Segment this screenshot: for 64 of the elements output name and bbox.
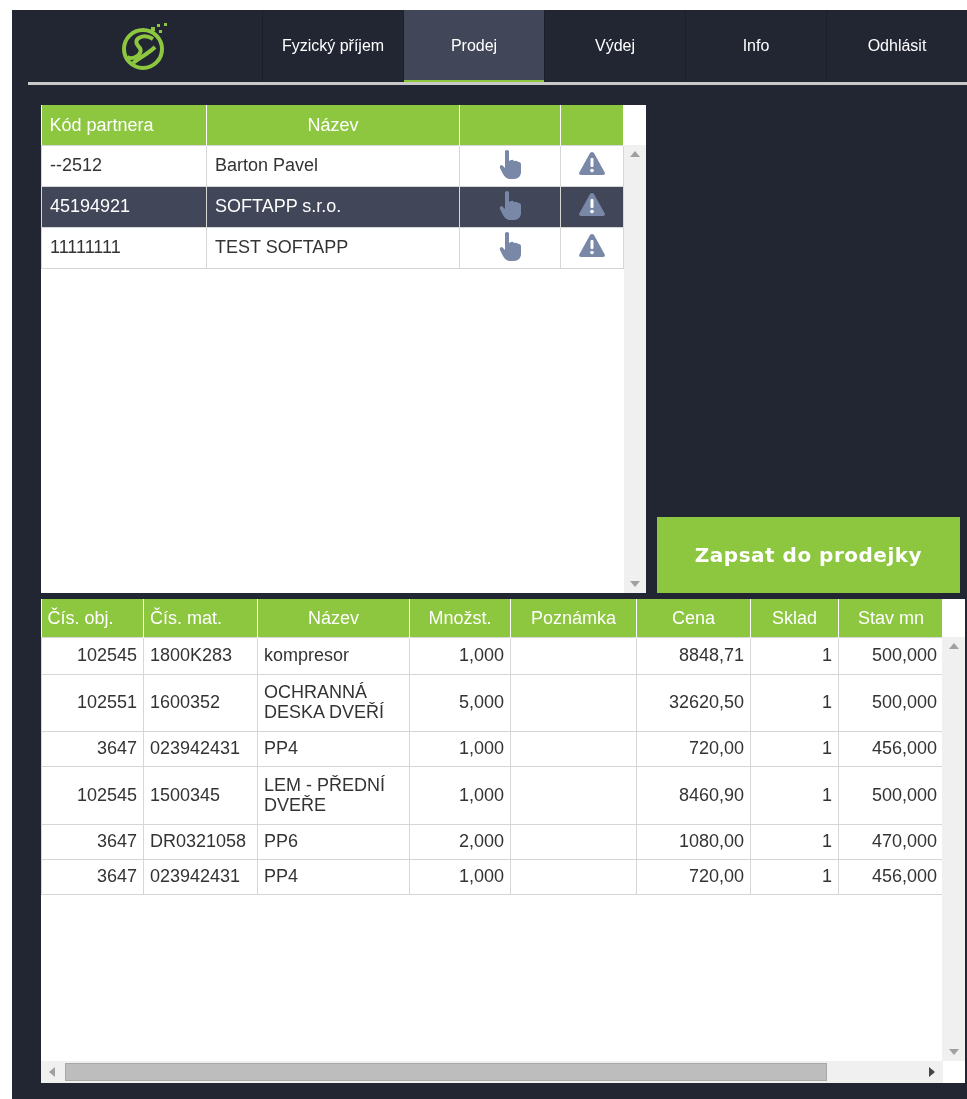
scroll-right-icon[interactable] <box>929 1067 935 1077</box>
table-cell[interactable]: 45194921 <box>41 186 207 228</box>
table-cell: DR0321058 <box>143 824 258 860</box>
table-cell: 1,000 <box>409 731 511 767</box>
table-cell: 1600352 <box>143 674 258 732</box>
table-cell[interactable]: Barton Pavel <box>206 145 460 187</box>
table-cell: 1,000 <box>409 637 511 675</box>
scroll-down-icon[interactable] <box>948 1049 959 1055</box>
table-cell: LEM - PŘEDNÍ DVEŘE <box>257 766 410 825</box>
table-cell: 720,00 <box>636 731 751 767</box>
table-cell[interactable]: 11111111 <box>41 227 207 269</box>
scrollbar[interactable] <box>942 637 965 1061</box>
table-cell: 1 <box>750 637 839 675</box>
scroll-left-icon[interactable] <box>49 1067 55 1077</box>
scroll-up-icon[interactable] <box>948 643 959 649</box>
table-cell: 32620,50 <box>636 674 751 732</box>
pointing-hand-icon[interactable] <box>498 230 522 261</box>
table-cell: PP4 <box>257 731 410 767</box>
table-cell: 1500345 <box>143 766 258 825</box>
table-cell: 500,000 <box>838 674 942 732</box>
table-cell: 1 <box>750 766 839 825</box>
table-cell[interactable]: TEST SOFTAPP <box>206 227 460 269</box>
table-cell: PP6 <box>257 824 410 860</box>
table-cell: 500,000 <box>838 766 942 825</box>
table-cell: 456,000 <box>838 731 942 767</box>
table-cell: 1,000 <box>409 766 511 825</box>
table-cell: 3647 <box>41 859 144 895</box>
scroll-down-icon[interactable] <box>630 581 640 587</box>
table-cell: 102551 <box>41 674 144 732</box>
table-cell: 3647 <box>41 731 144 767</box>
warning-icon[interactable] <box>578 192 606 218</box>
nav-tab[interactable]: Prodej <box>403 10 544 82</box>
table-cell: 1 <box>750 859 839 895</box>
table-cell: OCHRANNÁ DESKA DVEŘÍ <box>257 674 410 732</box>
table-cell: 720,00 <box>636 859 751 895</box>
column-header[interactable] <box>560 105 624 146</box>
table-cell: 2,000 <box>409 824 511 860</box>
table-cell: 470,000 <box>838 824 942 860</box>
scroll-up-icon[interactable] <box>630 151 640 157</box>
table-cell: 3647 <box>41 824 144 860</box>
horizontal-scrollbar[interactable] <box>41 1061 943 1083</box>
scrollbar[interactable] <box>624 145 646 593</box>
table-cell[interactable]: SOFTAPP s.r.o. <box>206 186 460 228</box>
pointing-hand-icon[interactable] <box>498 189 522 220</box>
table-cell: 8848,71 <box>636 637 751 675</box>
table-cell: 456,000 <box>838 859 942 895</box>
table-cell: 102545 <box>41 637 144 675</box>
table-cell: 8460,90 <box>636 766 751 825</box>
table-cell: 1,000 <box>409 859 511 895</box>
table-cell[interactable]: --2512 <box>41 145 207 187</box>
table-cell: 1080,00 <box>636 824 751 860</box>
table-cell: 500,000 <box>838 637 942 675</box>
table-cell: 1 <box>750 824 839 860</box>
table-cell: 023942431 <box>143 731 258 767</box>
table-cell: 102545 <box>41 766 144 825</box>
table-cell: PP4 <box>257 859 410 895</box>
pointing-hand-icon[interactable] <box>498 148 522 179</box>
column-header[interactable] <box>459 105 561 146</box>
table-cell: 1 <box>750 731 839 767</box>
table-cell: 1 <box>750 674 839 732</box>
table-cell: 023942431 <box>143 859 258 895</box>
table-cell: 1800K283 <box>143 637 258 675</box>
table-cell: 5,000 <box>409 674 511 732</box>
table-cell: kompresor <box>257 637 410 675</box>
